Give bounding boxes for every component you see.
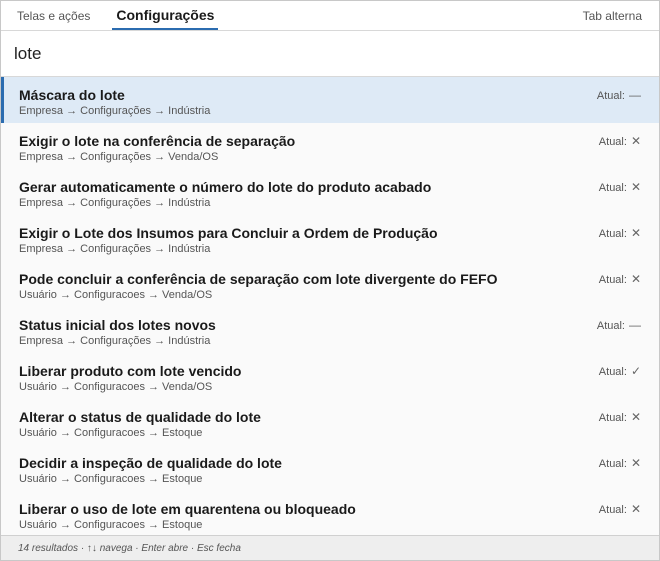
result-title: Exigir o Lote dos Insumos para Concluir … bbox=[19, 225, 438, 241]
result-item[interactable]: Liberar produto com lote vencido Usuário … bbox=[1, 353, 659, 399]
result-item[interactable]: Alterar o status de qualidade do lote Usu… bbox=[1, 399, 659, 445]
status-mark-icon: — bbox=[629, 88, 641, 102]
tab-toggle-hint: Tab alterna bbox=[582, 8, 642, 23]
command-palette: Telas e ações Configurações Tab alterna … bbox=[0, 0, 660, 561]
tab-bar: Telas e ações Configurações Tab alterna bbox=[1, 1, 659, 31]
status-mark-icon: ✕ bbox=[630, 272, 641, 286]
result-title: Liberar produto com lote vencido bbox=[19, 363, 242, 379]
search-row bbox=[1, 31, 659, 77]
status-mark-icon: ✕ bbox=[630, 502, 641, 516]
result-item[interactable]: Status inicial dos lotes novos Empresa → … bbox=[1, 307, 659, 353]
result-title: Decidir a inspeção de qualidade do lote bbox=[19, 455, 282, 471]
result-title: Gerar automaticamente o número do lote d… bbox=[19, 179, 432, 195]
status-mark-icon: ✕ bbox=[630, 410, 641, 424]
result-title: Exigir o lote na conferência de separaçã… bbox=[19, 133, 296, 149]
status-mark-icon: — bbox=[629, 318, 641, 332]
search-input[interactable] bbox=[1, 43, 614, 64]
status-label: Atual: bbox=[598, 228, 627, 240]
result-item[interactable]: Exigir o Lote dos Insumos para Concluir … bbox=[1, 215, 659, 261]
status-label: Atual: bbox=[598, 458, 627, 470]
status-label: Atual: bbox=[598, 412, 627, 424]
result-path: Usuário → Configuracoes → Estoque bbox=[19, 519, 203, 531]
result-item[interactable]: Decidir a inspeção de qualidade do lote U… bbox=[1, 445, 659, 491]
result-item[interactable]: Máscara do lote Empresa → Configurações →… bbox=[1, 77, 659, 123]
result-status: Atual: ✕ bbox=[599, 502, 641, 516]
status-mark-icon: ✕ bbox=[630, 456, 641, 470]
result-status: Atual: ✕ bbox=[599, 410, 641, 424]
status-label: Atual: bbox=[598, 274, 627, 286]
status-mark-icon: ✕ bbox=[630, 226, 641, 240]
result-status: Atual: — bbox=[597, 318, 641, 332]
result-item[interactable]: Pode concluir a conferência de separação… bbox=[1, 261, 659, 307]
result-status: Atual: ✕ bbox=[599, 456, 641, 470]
result-status: Atual: ✕ bbox=[599, 180, 641, 194]
result-status: Atual: ✓ bbox=[599, 364, 641, 378]
result-item[interactable]: Liberar o uso de lote em quarentena ou b… bbox=[1, 491, 659, 537]
results-list: Máscara do lote Empresa → Configurações →… bbox=[1, 77, 659, 537]
result-status: Atual: — bbox=[597, 88, 641, 102]
status-label: Atual: bbox=[598, 182, 627, 194]
result-path: Empresa → Configurações → Indústria bbox=[19, 197, 211, 209]
status-label: Atual: bbox=[598, 504, 627, 516]
status-mark-icon: ✕ bbox=[630, 180, 641, 194]
result-item[interactable]: Exigir o lote na conferência de separaçã… bbox=[1, 123, 659, 169]
status-mark-icon: ✓ bbox=[630, 364, 641, 378]
result-title: Alterar o status de qualidade do lote bbox=[19, 409, 261, 425]
result-title: Status inicial dos lotes novos bbox=[19, 317, 216, 333]
result-path: Usuário → Configuracoes → Estoque bbox=[19, 427, 203, 439]
result-status: Atual: ✕ bbox=[599, 226, 641, 240]
result-status: Atual: ✕ bbox=[599, 272, 641, 286]
result-item[interactable]: Gerar automaticamente o número do lote d… bbox=[1, 169, 659, 215]
tab-telas-e-acoes[interactable]: Telas e ações bbox=[9, 1, 98, 30]
result-path: Empresa → Configurações → Indústria bbox=[19, 105, 211, 117]
result-path: Empresa → Configurações → Indústria bbox=[19, 335, 211, 347]
result-path: Usuário → Configuracoes → Estoque bbox=[19, 473, 203, 485]
result-path: Empresa → Configurações → Indústria bbox=[19, 243, 211, 255]
tab-configuracoes[interactable]: Configurações bbox=[112, 1, 219, 30]
status-label: Atual: bbox=[596, 90, 625, 102]
status-mark-icon: ✕ bbox=[630, 134, 641, 148]
result-title: Liberar o uso de lote em quarentena ou b… bbox=[19, 501, 356, 517]
result-title: Máscara do lote bbox=[19, 87, 125, 103]
result-title: Pode concluir a conferência de separação… bbox=[19, 271, 498, 287]
status-label: Atual: bbox=[596, 320, 625, 332]
result-status: Atual: ✕ bbox=[599, 134, 641, 148]
result-path: Usuário → Configuracoes → Venda/OS bbox=[19, 289, 213, 301]
result-path: Usuário → Configuracoes → Venda/OS bbox=[19, 381, 213, 393]
status-label: Atual: bbox=[598, 136, 627, 148]
footer-hints: 14 resultados · ↑↓ navega · Enter abre ·… bbox=[1, 535, 659, 560]
result-path: Empresa → Configurações → Venda/OS bbox=[19, 151, 219, 163]
status-label: Atual: bbox=[598, 366, 627, 378]
